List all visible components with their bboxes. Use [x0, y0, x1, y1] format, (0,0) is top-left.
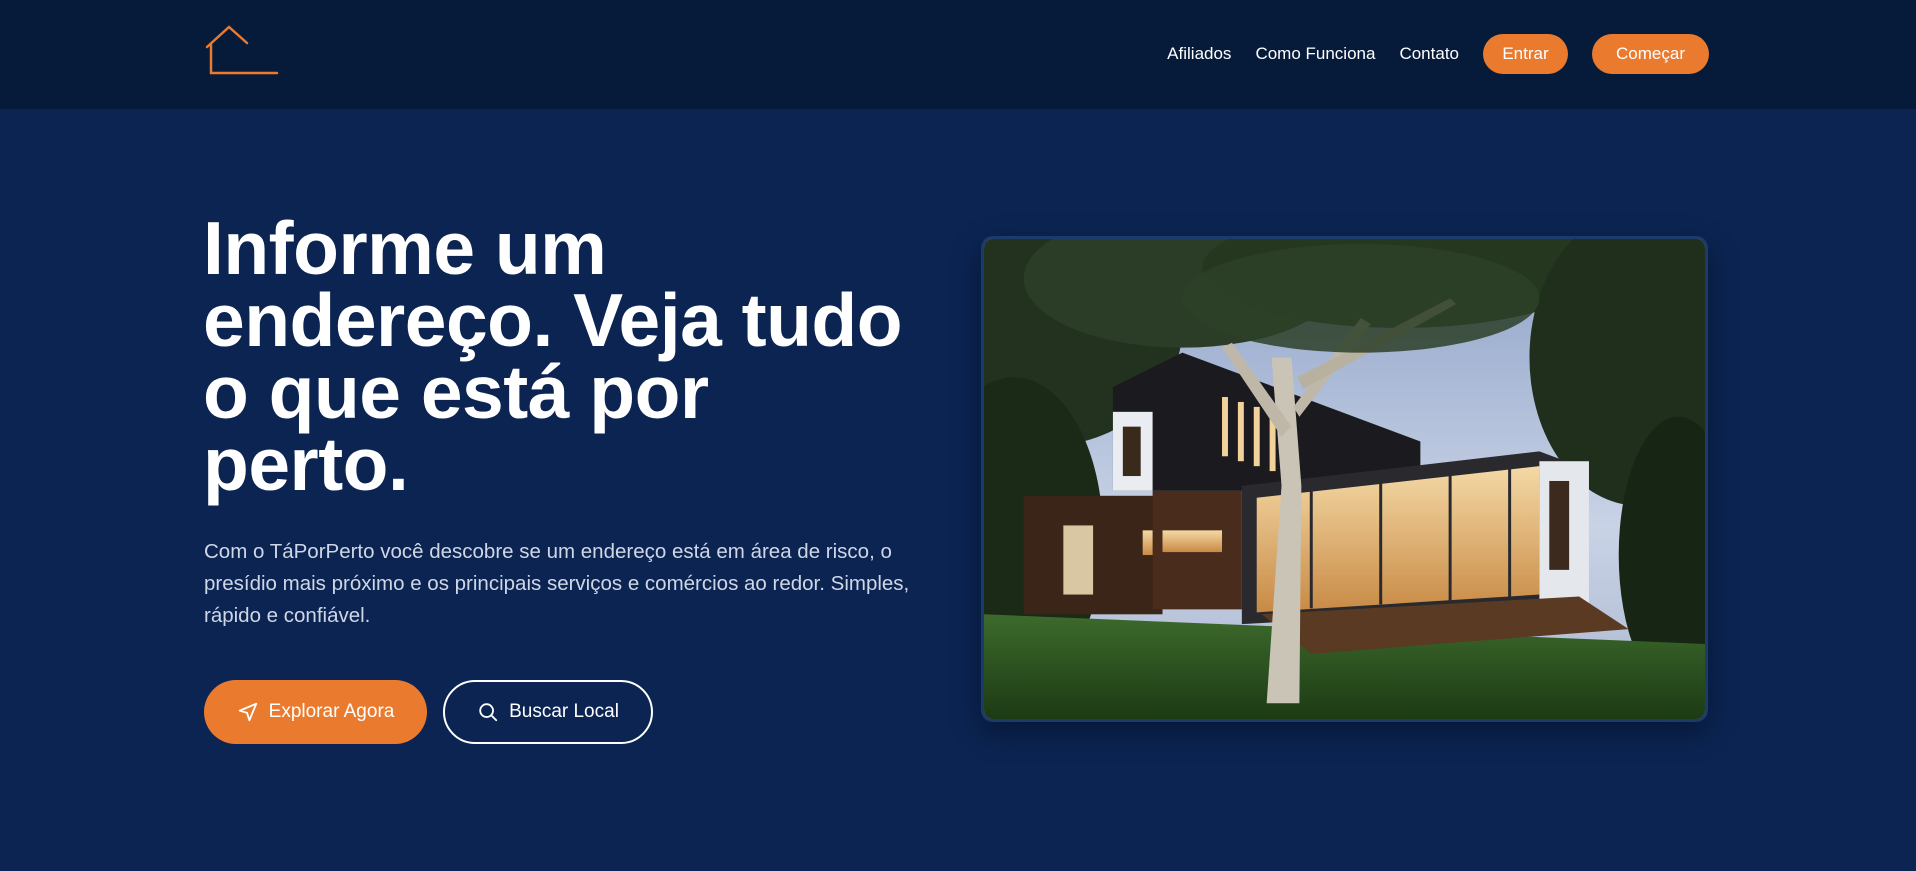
hero-title: Informe um endereço. Veja tudo o que est…: [203, 206, 903, 506]
search-icon: [479, 703, 498, 722]
navigation-arrow-icon: [238, 702, 257, 722]
search-location-button[interactable]: Buscar Local: [443, 680, 653, 744]
nav-link-contato[interactable]: Contato: [1399, 44, 1459, 64]
nav-link-afiliados[interactable]: Afiliados: [1167, 44, 1231, 64]
cta-row: Explorar Agora Buscar Local: [204, 680, 653, 744]
house-logo-icon[interactable]: [205, 25, 281, 77]
hero-house-image: [981, 236, 1708, 722]
nav-link-como-funciona[interactable]: Como Funciona: [1255, 44, 1375, 64]
main-nav: Afiliados Como Funciona Contato Entrar C…: [1167, 34, 1709, 74]
explore-now-label: Explorar Agora: [268, 701, 395, 722]
get-started-button[interactable]: Começar: [1592, 34, 1709, 74]
explore-now-button[interactable]: Explorar Agora: [204, 680, 427, 744]
top-navbar: Afiliados Como Funciona Contato Entrar C…: [0, 0, 1916, 109]
search-location-label: Buscar Local: [509, 701, 619, 722]
login-button[interactable]: Entrar: [1483, 34, 1568, 74]
hero-subtitle: Com o TáPorPerto você descobre se um end…: [204, 540, 910, 627]
